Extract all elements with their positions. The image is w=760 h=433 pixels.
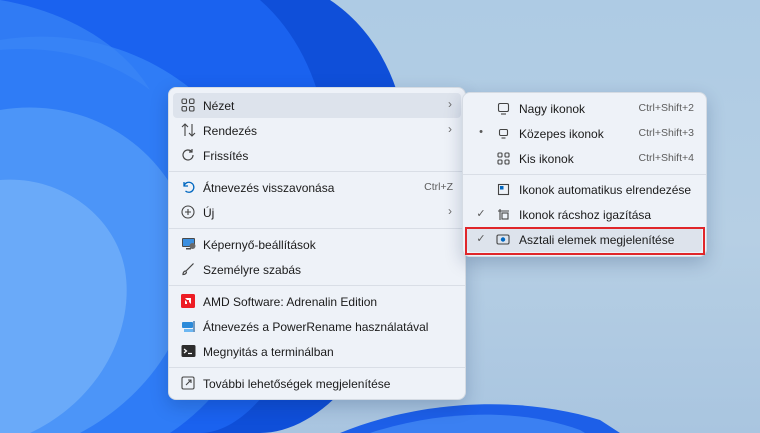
menu-item-view[interactable]: Nézet › — [173, 93, 461, 118]
shortcut-label: Ctrl+Shift+2 — [638, 102, 694, 114]
view-grid-icon — [180, 97, 196, 113]
menu-item-label: Személyre szabás — [203, 263, 302, 277]
menu-separator — [169, 285, 465, 286]
menu-item-label: AMD Software: Adrenalin Edition — [203, 295, 378, 309]
menu-item-display-settings[interactable]: Képernyő-beállítások — [173, 232, 461, 257]
menu-item-label: Rendezés — [203, 124, 258, 138]
menu-item-label: Képernyő-beállítások — [203, 238, 316, 252]
menu-item-label: Közepes ikonok — [519, 127, 604, 141]
chevron-right-icon: › — [448, 97, 452, 111]
shortcut-label: Ctrl+Shift+4 — [638, 152, 694, 164]
submenu-item-medium-icons[interactable]: • Közepes ikonok Ctrl+Shift+3 — [467, 121, 702, 146]
powerrename-icon — [180, 318, 196, 334]
menu-item-label: További lehetőségek megjelenítése — [203, 377, 391, 391]
menu-item-sort[interactable]: Rendezés › — [173, 118, 461, 143]
refresh-icon — [180, 147, 196, 163]
menu-item-undo-rename[interactable]: Átnevezés visszavonása Ctrl+Z — [173, 175, 461, 200]
submenu-item-large-icons[interactable]: Nagy ikonok Ctrl+Shift+2 — [467, 96, 702, 121]
menu-separator — [169, 228, 465, 229]
menu-item-powerrename[interactable]: Átnevezés a PowerRename használatával — [173, 314, 461, 339]
desktop-context-menu: Nézet › Rendezés › Frissítés Átnevezés v… — [168, 87, 466, 400]
menu-item-label: Kis ikonok — [519, 152, 574, 166]
auto-arrange-icon — [495, 181, 511, 197]
menu-item-label: Megnyitás a terminálban — [203, 345, 334, 359]
menu-item-label: Ikonok automatikus elrendezése — [519, 183, 692, 197]
checkmark-icon: ✓ — [476, 208, 486, 220]
menu-separator — [169, 171, 465, 172]
menu-item-more-options[interactable]: További lehetőségek megjelenítése — [173, 371, 461, 396]
menu-item-new[interactable]: Új › — [173, 200, 461, 225]
menu-item-label: Nagy ikonok — [519, 102, 586, 116]
menu-item-label: Frissítés — [203, 149, 249, 163]
undo-icon — [180, 179, 196, 195]
menu-item-open-terminal[interactable]: Megnyitás a terminálban — [173, 339, 461, 364]
menu-item-amd-software[interactable]: AMD Software: Adrenalin Edition — [173, 289, 461, 314]
menu-item-label: Új — [203, 206, 215, 220]
new-plus-icon — [180, 204, 196, 220]
chevron-right-icon: › — [448, 204, 452, 218]
display-settings-icon — [180, 236, 196, 252]
menu-item-label: Ikonok rácshoz igazítása — [519, 208, 652, 222]
submenu-item-auto-arrange[interactable]: Ikonok automatikus elrendezése — [467, 177, 702, 202]
brush-icon — [180, 261, 196, 277]
monitor-medium-icon — [495, 125, 511, 141]
more-options-icon — [180, 375, 196, 391]
sort-arrows-icon — [180, 122, 196, 138]
menu-separator — [169, 367, 465, 368]
menu-item-personalize[interactable]: Személyre szabás — [173, 257, 461, 282]
menu-item-label: Átnevezés a PowerRename használatával — [203, 320, 429, 334]
selection-mark: • — [479, 126, 483, 138]
shortcut-label: Ctrl+Shift+3 — [638, 127, 694, 139]
shortcut-label: Ctrl+Z — [424, 181, 453, 193]
submenu-item-small-icons[interactable]: Kis ikonok Ctrl+Shift+4 — [467, 146, 702, 171]
amd-logo-icon — [180, 293, 196, 309]
terminal-icon — [180, 343, 196, 359]
menu-item-refresh[interactable]: Frissítés — [173, 143, 461, 168]
small-grid-icon — [495, 150, 511, 166]
chevron-right-icon: › — [448, 122, 452, 136]
menu-separator — [463, 174, 706, 175]
menu-item-label: Átnevezés visszavonása — [203, 181, 335, 195]
align-grid-icon — [495, 206, 511, 222]
highlight-box — [465, 227, 705, 255]
monitor-large-icon — [495, 100, 511, 116]
menu-item-label: Nézet — [203, 99, 235, 113]
submenu-item-align-grid[interactable]: ✓ Ikonok rácshoz igazítása — [467, 202, 702, 227]
